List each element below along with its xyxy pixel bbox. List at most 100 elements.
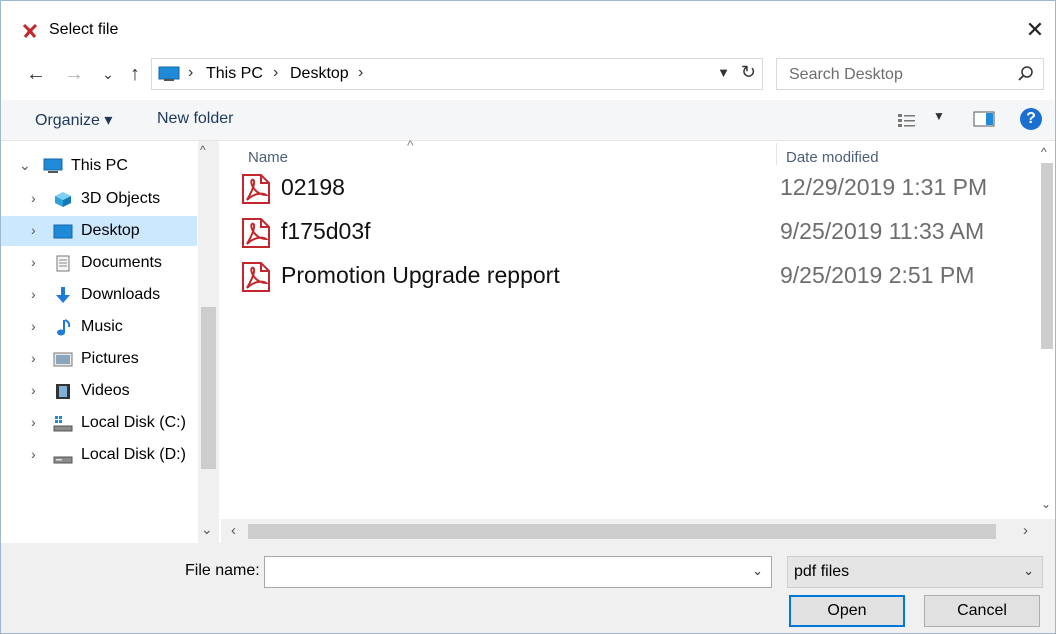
breadcrumb-this-pc[interactable]: This PC: [206, 65, 263, 83]
sidebar-item-this-pc[interactable]: ⌄ This PC: [1, 151, 197, 181]
file-type-filter[interactable]: pdf files ⌄: [787, 556, 1043, 588]
music-note-icon: [57, 319, 71, 336]
chevron-right-icon[interactable]: ›: [31, 190, 36, 206]
chevron-down-icon[interactable]: ⌄: [19, 157, 31, 174]
new-folder-button[interactable]: New folder: [157, 110, 233, 128]
breadcrumb-separator[interactable]: ›: [188, 64, 193, 82]
recent-locations-button[interactable]: ⌄: [95, 60, 121, 88]
search-input[interactable]: Search Desktop: [776, 58, 1044, 90]
sidebar-item-label: Desktop: [81, 222, 140, 239]
file-list-vertical-scrollbar[interactable]: ^ ⌄: [1039, 141, 1055, 519]
download-arrow-icon: [56, 287, 70, 303]
file-name: 02198: [281, 174, 345, 200]
pdf-icon: [242, 218, 270, 248]
sidebar-item-videos[interactable]: › Videos: [1, 376, 197, 406]
picture-icon: [53, 352, 73, 367]
file-name: f175d03f: [281, 218, 371, 244]
close-button[interactable]: ✕: [1015, 13, 1055, 47]
title-bar[interactable]: Select file ✕: [1, 1, 1055, 49]
file-row[interactable]: 02198 12/29/2019 1:31 PM: [237, 169, 1037, 207]
file-list: ^ Name Date modified 02198 12/29/2019 1:…: [221, 137, 1055, 543]
sidebar-item-label: 3D Objects: [81, 190, 161, 207]
sort-ascending-icon: ^: [407, 137, 414, 153]
column-divider[interactable]: [776, 143, 777, 165]
scrollbar-thumb[interactable]: [201, 307, 216, 469]
chevron-down-icon[interactable]: ▼: [717, 65, 730, 80]
refresh-button[interactable]: ↻: [741, 62, 756, 83]
chevron-right-icon[interactable]: ›: [31, 382, 36, 398]
document-icon: [56, 255, 70, 272]
back-button[interactable]: ←: [23, 60, 49, 88]
sidebar-item-music[interactable]: › Music: [1, 312, 197, 342]
drive-icon: [53, 456, 73, 464]
file-name: Promotion Upgrade repport: [281, 262, 560, 288]
scrollbar-thumb[interactable]: [1041, 163, 1053, 349]
pdf-icon: [242, 174, 270, 204]
up-button[interactable]: ↑: [122, 60, 148, 88]
column-header-date-modified[interactable]: Date modified: [786, 149, 879, 166]
chevron-down-icon[interactable]: ⌄: [752, 563, 763, 579]
scroll-down-icon[interactable]: ⌄: [201, 521, 213, 538]
address-bar[interactable]: › This PC › Desktop › ▼ ↻: [151, 58, 763, 90]
sidebar-item-label: Downloads: [81, 286, 161, 303]
breadcrumb-desktop[interactable]: Desktop: [290, 65, 349, 83]
view-dropdown-arrow[interactable]: ▼: [933, 109, 945, 123]
sidebar-item-documents[interactable]: › Documents: [1, 248, 197, 278]
file-name-label: File name:: [185, 562, 260, 579]
sidebar-item-label: This PC: [71, 157, 128, 174]
sidebar-item-local-disk-c[interactable]: › Local Disk (C:): [1, 408, 197, 438]
open-button[interactable]: Open: [789, 595, 905, 627]
sidebar-item-local-disk-d[interactable]: › Local Disk (D:): [1, 440, 197, 470]
organize-menu[interactable]: Organize ▾: [35, 110, 112, 130]
sidebar-item-desktop[interactable]: › Desktop: [1, 216, 197, 246]
scroll-up-icon[interactable]: ^: [1041, 145, 1047, 159]
search-placeholder: Search Desktop: [789, 66, 903, 83]
scroll-up-icon[interactable]: ^: [200, 143, 206, 157]
forward-button[interactable]: →: [61, 60, 87, 88]
nav-pane-scrollbar[interactable]: ^ ⌄: [198, 141, 219, 543]
sidebar-item-label: Documents: [81, 254, 162, 271]
preview-pane-icon[interactable]: [973, 111, 995, 127]
breadcrumb-separator[interactable]: ›: [358, 64, 363, 82]
chevron-right-icon[interactable]: ›: [31, 414, 36, 430]
pdf-icon: [242, 262, 270, 292]
cancel-button[interactable]: Cancel: [924, 595, 1040, 627]
sidebar-item-label: Local Disk (D:): [81, 446, 186, 463]
chevron-right-icon[interactable]: ›: [31, 446, 36, 462]
sidebar-item-label: Local Disk (C:): [81, 414, 186, 431]
chevron-right-icon[interactable]: ›: [31, 254, 36, 270]
window-title: Select file: [49, 21, 119, 38]
sidebar-item-3d-objects[interactable]: › 3D Objects: [1, 184, 197, 214]
sidebar-item-pictures[interactable]: › Pictures: [1, 344, 197, 374]
scroll-down-icon[interactable]: ⌄: [1041, 497, 1051, 511]
view-options-icon[interactable]: [897, 112, 917, 128]
chevron-right-icon[interactable]: ›: [31, 286, 36, 302]
breadcrumb-separator[interactable]: ›: [273, 64, 278, 82]
command-toolbar: Organize ▾ New folder ▼ ?: [1, 100, 1055, 141]
sidebar-item-label: Music: [81, 318, 123, 335]
chevron-down-icon[interactable]: ⌄: [1023, 563, 1034, 579]
scroll-left-icon[interactable]: ‹: [231, 522, 236, 539]
app-icon: [22, 23, 38, 38]
help-icon[interactable]: ?: [1020, 108, 1042, 130]
file-row[interactable]: Promotion Upgrade repport 9/25/2019 2:51…: [237, 257, 1037, 295]
file-date-modified: 12/29/2019 1:31 PM: [780, 174, 988, 200]
file-list-horizontal-scrollbar[interactable]: ‹ ›: [221, 519, 1055, 543]
chevron-right-icon[interactable]: ›: [31, 350, 36, 366]
chevron-right-icon[interactable]: ›: [31, 222, 36, 238]
column-header-name[interactable]: Name: [248, 149, 288, 166]
sidebar-item-label: Pictures: [81, 350, 139, 367]
monitor-icon: [43, 158, 63, 173]
file-row[interactable]: f175d03f 9/25/2019 11:33 AM: [237, 213, 1037, 251]
scroll-right-icon[interactable]: ›: [1023, 522, 1028, 539]
chevron-right-icon[interactable]: ›: [31, 318, 36, 334]
film-icon: [56, 384, 70, 399]
file-name-input[interactable]: ⌄: [264, 556, 772, 588]
file-dialog: Select file ✕ ← → ⌄ ↑ › This PC › Deskto…: [0, 0, 1056, 634]
scrollbar-thumb[interactable]: [248, 524, 996, 539]
file-type-filter-value: pdf files: [794, 563, 850, 580]
system-drive-icon: [53, 416, 73, 432]
sidebar-item-downloads[interactable]: › Downloads: [1, 280, 197, 310]
file-date-modified: 9/25/2019 2:51 PM: [780, 262, 975, 288]
search-icon[interactable]: [1017, 65, 1035, 83]
